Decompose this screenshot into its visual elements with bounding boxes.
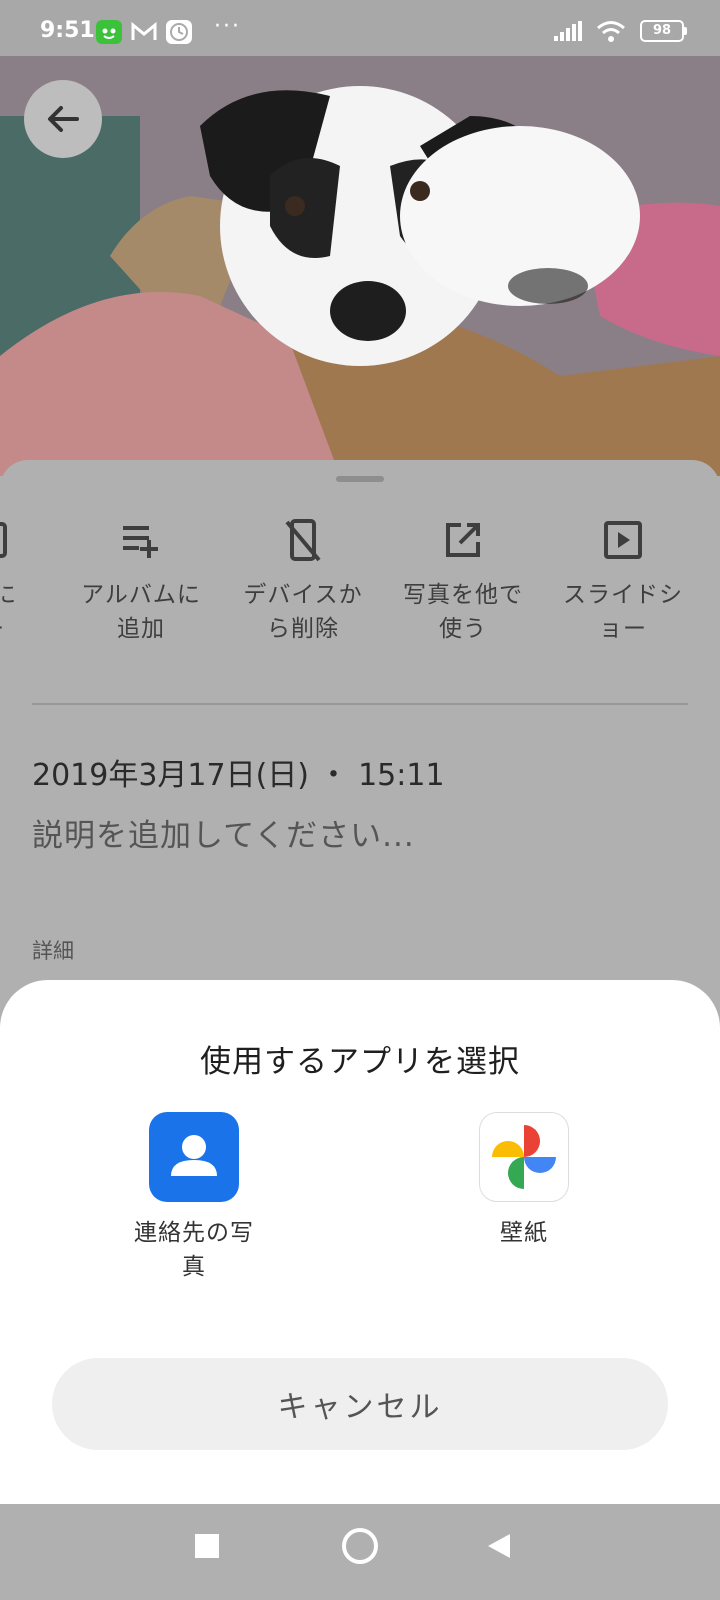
details-heading: 詳細 xyxy=(32,939,74,963)
recents-icon[interactable] xyxy=(193,1532,221,1560)
photo-info-sheet: ダにー アルバムに追加 デバイスから削除 xyxy=(0,460,720,980)
clock-app-icon xyxy=(166,20,192,44)
cancel-button[interactable]: キャンセル xyxy=(52,1358,668,1450)
app-notification-icon xyxy=(96,20,122,44)
action-add-to-album[interactable]: アルバムに 追加 xyxy=(66,510,216,646)
photo-view[interactable] xyxy=(0,56,720,476)
drag-handle[interactable] xyxy=(336,476,384,482)
action-label: 使う xyxy=(439,616,487,642)
app-label: 真 xyxy=(182,1254,206,1280)
action-label: デバイスか xyxy=(243,582,363,608)
arrow-back-icon xyxy=(48,106,79,132)
phone-off-icon xyxy=(285,519,321,562)
action-copy-to-folder[interactable]: ダにー xyxy=(0,510,68,646)
action-label: ョー xyxy=(599,616,647,642)
chooser-title: 使用するアプリを選択 xyxy=(200,1044,520,1080)
navigation-bar xyxy=(0,1504,720,1600)
divider xyxy=(32,703,688,705)
action-label: アルバムに xyxy=(81,582,201,608)
description-field[interactable]: 説明を追加してください... xyxy=(32,810,415,855)
battery-indicator: 98 xyxy=(640,20,687,42)
status-time: 9:51 xyxy=(40,18,95,43)
open-in-new-icon xyxy=(446,523,480,557)
action-label: 追加 xyxy=(117,616,165,642)
action-slideshow[interactable]: スライドシ ョー xyxy=(548,510,698,646)
app-option-contact-photo[interactable]: 連絡先の写真 xyxy=(104,1112,284,1284)
action-label: 写真を他で xyxy=(403,582,523,608)
photo-date[interactable]: 2019年3月17日(日) ・ 15:11 xyxy=(32,750,445,794)
app-label: 壁紙 xyxy=(500,1220,548,1246)
back-nav-icon[interactable] xyxy=(484,1532,512,1560)
playlist-add-icon xyxy=(123,526,158,558)
app-chooser-sheet: 使用するアプリを選択 連絡先の写真 壁紙 キャンセル xyxy=(0,980,720,1504)
action-label: ー xyxy=(0,612,68,646)
app-label: 連絡先の写 xyxy=(134,1220,254,1246)
action-row: ダにー アルバムに追加 デバイスから削除 xyxy=(0,510,720,660)
google-photos-icon xyxy=(479,1112,569,1202)
signal-icon xyxy=(554,21,582,41)
action-label: ら削除 xyxy=(267,616,339,642)
home-icon[interactable] xyxy=(340,1526,380,1566)
back-button[interactable] xyxy=(24,80,102,158)
contacts-icon xyxy=(149,1112,239,1202)
action-delete-from-device[interactable]: デバイスか ら削除 xyxy=(228,510,378,646)
dog-photo xyxy=(0,56,720,476)
gmail-icon xyxy=(130,20,157,44)
action-label: ダに xyxy=(0,582,17,608)
wifi-icon xyxy=(597,21,625,42)
slideshow-icon xyxy=(604,521,642,559)
more-notifications-icon: ··· xyxy=(214,14,241,39)
folder-icon xyxy=(0,522,7,558)
status-bar: 9:51 ··· 98 xyxy=(0,0,720,56)
app-option-wallpaper[interactable]: 壁紙 xyxy=(434,1112,614,1250)
action-label: スライドシ xyxy=(563,582,683,608)
action-use-as[interactable]: 写真を他で 使う xyxy=(388,510,538,646)
